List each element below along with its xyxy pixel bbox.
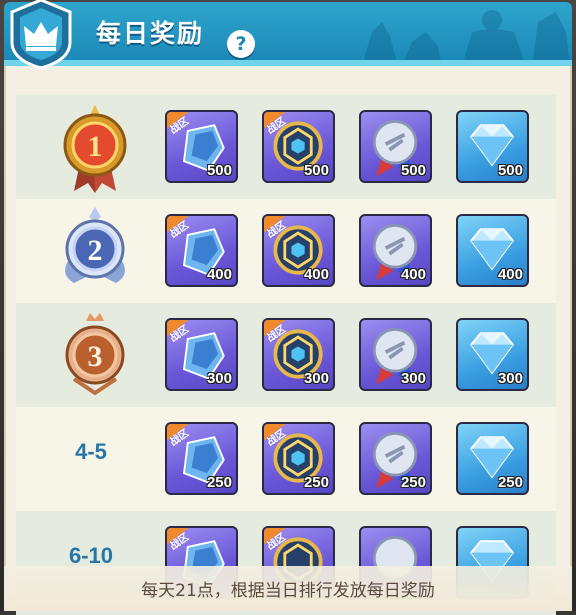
item-quantity: 250	[497, 474, 523, 491]
page-title: 每日奖励	[96, 19, 205, 48]
header-stripe	[4, 60, 572, 66]
reward-item-diamond[interactable]: 400	[456, 214, 529, 287]
rank-2-silver-medal-icon: 2	[65, 207, 125, 283]
item-quantity: 300	[400, 370, 426, 387]
tag-icon: 战区	[167, 112, 195, 136]
reward-item-crystal-ore[interactable]: 战区 250	[165, 422, 238, 495]
reward-item-silver-medal[interactable]: 250	[359, 422, 432, 495]
tag-icon: 战区	[264, 112, 292, 136]
tag-icon: 战区	[167, 424, 195, 448]
footer-note: 每天21点，根据当日排行发放每日奖励	[141, 581, 435, 601]
item-quantity: 400	[497, 266, 523, 283]
item-quantity: 500	[303, 162, 329, 179]
item-quantity: 500	[206, 162, 232, 179]
tag-icon: 战区	[264, 320, 292, 344]
reward-item-crystal-ore[interactable]: 战区 400	[165, 214, 238, 287]
reward-row: 4-5 战区 250 战区 250 250 250	[16, 407, 556, 511]
tag-icon: 战区	[167, 320, 195, 344]
reward-item-diamond[interactable]: 300	[456, 318, 529, 391]
tag-icon: 战区	[264, 216, 292, 240]
item-quantity: 300	[497, 370, 523, 387]
tag-icon: 战区	[167, 528, 195, 552]
tag-icon: 战区	[167, 216, 195, 240]
rank-3-bronze-medal-icon: 3	[65, 313, 125, 396]
tag-icon: 战区	[264, 528, 292, 552]
reward-item-silver-medal[interactable]: 300	[359, 318, 432, 391]
svg-text:3: 3	[88, 340, 103, 373]
tag-icon: 战区	[264, 424, 292, 448]
help-button[interactable]: ?	[227, 30, 255, 58]
reward-row: 3 战区 300 战区 300 300 300	[16, 303, 556, 407]
footer: 每天21点，根据当日排行发放每日奖励	[4, 566, 572, 611]
item-quantity: 250	[206, 474, 232, 491]
reward-item-honeycomb-emblem[interactable]: 战区 400	[262, 214, 335, 287]
reward-item-diamond[interactable]: 250	[456, 422, 529, 495]
reward-item-crystal-ore[interactable]: 战区 300	[165, 318, 238, 391]
reward-item-diamond[interactable]: 500	[456, 110, 529, 183]
reward-item-honeycomb-emblem[interactable]: 战区 500	[262, 110, 335, 183]
character-silhouettes-icon	[362, 10, 570, 66]
panel-header	[4, 2, 572, 66]
item-quantity: 500	[400, 162, 426, 179]
item-quantity: 300	[303, 370, 329, 387]
reward-item-crystal-ore[interactable]: 战区 500	[165, 110, 238, 183]
item-quantity: 250	[400, 474, 426, 491]
item-quantity: 400	[303, 266, 329, 283]
crown-badge-icon	[10, 0, 72, 70]
rank-1-gold-medal-icon: 1	[63, 105, 127, 193]
svg-text:1: 1	[88, 130, 103, 163]
reward-item-honeycomb-emblem[interactable]: 战区 250	[262, 422, 335, 495]
item-quantity: 500	[497, 162, 523, 179]
item-quantity: 400	[400, 266, 426, 283]
rank-label: 4-5	[75, 439, 107, 464]
reward-item-silver-medal[interactable]: 500	[359, 110, 432, 183]
item-quantity: 300	[206, 370, 232, 387]
reward-item-silver-medal[interactable]: 400	[359, 214, 432, 287]
reward-row: 1 战区 500 战区 500 500 500	[16, 95, 556, 199]
reward-row: 2 战区 400 战区 400 400 400	[16, 199, 556, 303]
item-quantity: 250	[303, 474, 329, 491]
reward-item-honeycomb-emblem[interactable]: 战区 300	[262, 318, 335, 391]
item-quantity: 400	[206, 266, 232, 283]
reward-table: 1 战区 500 战区 500 500 500 2 战区 400 战区 400 …	[16, 95, 556, 615]
svg-text:2: 2	[88, 234, 103, 267]
